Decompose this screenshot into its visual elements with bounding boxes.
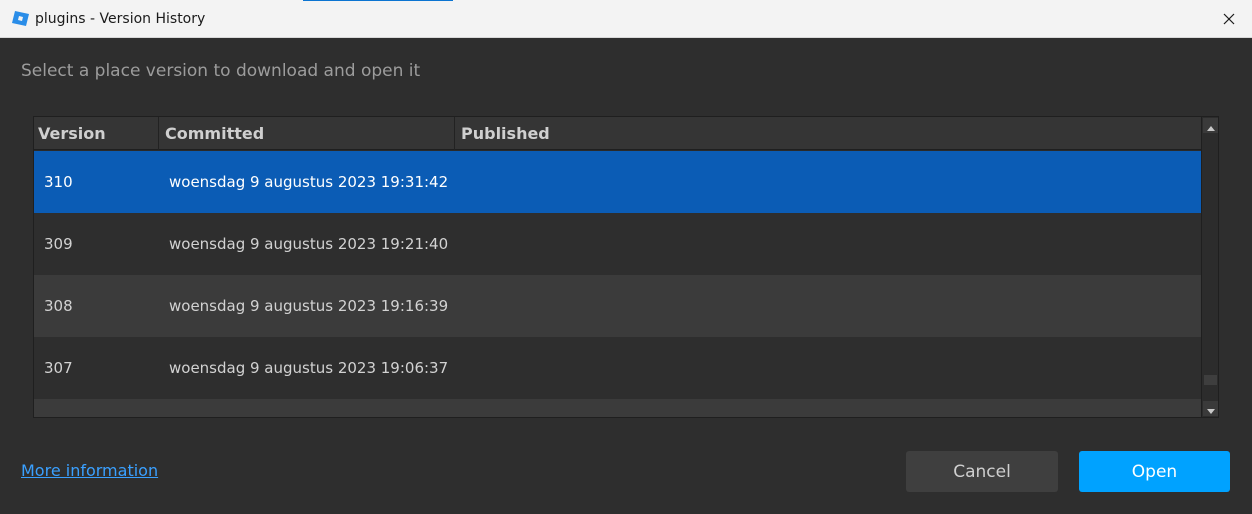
close-button[interactable] (1206, 0, 1252, 38)
close-icon (1223, 10, 1235, 29)
column-header-version[interactable]: Version (34, 117, 158, 150)
instruction-text: Select a place version to download and o… (21, 61, 421, 81)
version-list: Version Committed Published 310 woensdag… (33, 116, 1219, 418)
row-version: 308 (44, 297, 73, 315)
arrow-up-icon (1206, 117, 1215, 135)
row-version: 309 (44, 235, 73, 253)
column-header-committed[interactable]: Committed (158, 117, 454, 150)
window-title: plugins - Version History (35, 11, 206, 27)
row-committed: woensdag 9 augustus 2023 19:16:39 (169, 297, 449, 315)
column-header-published[interactable]: Published (454, 117, 1201, 150)
table-row[interactable]: 308 woensdag 9 augustus 2023 19:16:39 (34, 275, 1201, 337)
cancel-button[interactable]: Cancel (906, 451, 1058, 492)
row-version: 310 (44, 173, 73, 191)
table-row[interactable]: 309 woensdag 9 augustus 2023 19:21:40 (34, 213, 1201, 275)
table-row-partial[interactable] (34, 399, 1201, 417)
vertical-scrollbar[interactable] (1201, 117, 1218, 417)
list-rows: 310 woensdag 9 augustus 2023 19:31:42 30… (34, 151, 1201, 417)
scroll-up-button[interactable] (1203, 118, 1218, 133)
table-row[interactable]: 307 woensdag 9 augustus 2023 19:06:37 (34, 337, 1201, 399)
title-accent-line (303, 0, 453, 1)
more-information-link[interactable]: More information (21, 460, 158, 482)
scroll-down-button[interactable] (1203, 401, 1218, 416)
scroll-thumb[interactable] (1204, 375, 1217, 385)
row-version: 307 (44, 359, 73, 377)
roblox-studio-icon (11, 10, 30, 27)
list-header: Version Committed Published (34, 117, 1201, 150)
row-committed: woensdag 9 augustus 2023 19:21:40 (169, 235, 449, 253)
table-row[interactable]: 310 woensdag 9 augustus 2023 19:31:42 (34, 151, 1201, 213)
arrow-down-icon (1206, 399, 1215, 417)
title-bar: plugins - Version History (0, 0, 1252, 38)
row-committed: woensdag 9 augustus 2023 19:31:42 (169, 173, 449, 191)
open-button[interactable]: Open (1079, 451, 1230, 492)
row-committed: woensdag 9 augustus 2023 19:06:37 (169, 359, 449, 377)
